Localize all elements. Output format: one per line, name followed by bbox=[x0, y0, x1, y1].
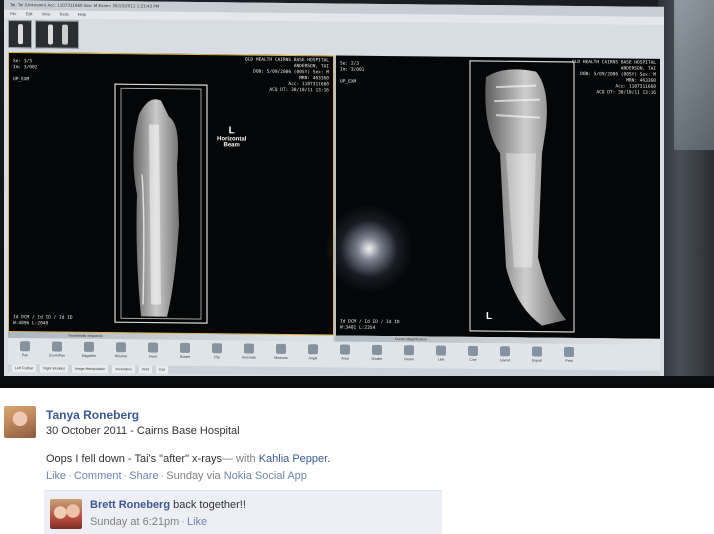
like-link[interactable]: Like bbox=[46, 470, 66, 482]
facebook-post: Tanya Roneberg 30 October 2011 - Cairns … bbox=[0, 388, 714, 534]
tool-export[interactable]: Export bbox=[526, 343, 548, 363]
tool-zoom[interactable]: Zoom/Pan bbox=[46, 338, 68, 358]
share-link[interactable]: Share bbox=[129, 470, 158, 482]
post-text: Oops I fell down - Tai's "after" x-rays—… bbox=[46, 453, 330, 465]
rotate-icon bbox=[180, 342, 190, 353]
xray-pane-left[interactable]: Se: 3/3 Im: 3/002 UP_EXM QLD HEALTH CAIR… bbox=[8, 52, 334, 336]
tool-flip[interactable]: Flip bbox=[206, 340, 228, 359]
cine-icon bbox=[468, 345, 478, 356]
series-thumbnail[interactable] bbox=[8, 20, 32, 49]
comment-like-link[interactable]: Like bbox=[187, 516, 207, 528]
status-tab[interactable]: Print bbox=[139, 365, 153, 374]
tool-annotate[interactable]: Annotate bbox=[238, 340, 260, 360]
tool-area[interactable]: Area bbox=[334, 341, 356, 361]
comment-text: back together!! bbox=[173, 499, 246, 511]
xray-pane-right[interactable]: Se: 2/3 Im: 3/001 UP_EXM QLD HEALTH CAIR… bbox=[336, 55, 660, 339]
xray-image-ap bbox=[469, 60, 575, 333]
xray-photo: Tai, Tai (Unknown) Acc: 1107311660 Sex: … bbox=[0, 0, 714, 388]
post-message: Oops I fell down - Tai's "after" x-rays bbox=[46, 453, 222, 465]
menu-edit[interactable]: Edit bbox=[26, 11, 33, 16]
tool-print[interactable]: Print bbox=[558, 344, 580, 363]
window-level-info: Id DCM / Id ID / Id ID W:4096 L:2048 bbox=[13, 315, 73, 327]
comment-meta: Sunday at 6:21pm · Like bbox=[90, 516, 208, 528]
tool-window[interactable]: Window bbox=[110, 339, 132, 358]
menu-file[interactable]: File bbox=[10, 11, 16, 16]
monitor-bezel-bottom bbox=[0, 376, 714, 388]
link-icon bbox=[436, 345, 446, 356]
layout-icon bbox=[500, 346, 510, 357]
window-level-icon bbox=[116, 342, 126, 353]
pan-icon bbox=[20, 341, 30, 352]
annotate-icon bbox=[244, 343, 254, 354]
menu-help[interactable]: Help bbox=[78, 12, 86, 17]
ruler-icon bbox=[276, 343, 286, 354]
posted-via: Sunday via bbox=[166, 470, 221, 482]
xray-image-lateral bbox=[114, 83, 208, 324]
tool-magnifier[interactable]: Magnifier bbox=[78, 339, 100, 358]
tool-pan[interactable]: Pan bbox=[14, 338, 36, 357]
tool-measure[interactable]: Measure bbox=[270, 341, 292, 360]
print-icon bbox=[564, 346, 574, 357]
flip-icon bbox=[212, 343, 222, 354]
status-tab[interactable]: Annotation bbox=[112, 365, 136, 374]
invert-icon bbox=[148, 342, 158, 353]
status-tab[interactable]: Image Manipulation bbox=[71, 364, 109, 374]
post-text-suffix: . bbox=[327, 453, 331, 465]
post-author[interactable]: Tanya Roneberg bbox=[46, 408, 139, 422]
image-viewer: Se: 3/3 Im: 3/002 UP_EXM QLD HEALTH CAIR… bbox=[8, 52, 660, 339]
tagged-friend-link[interactable]: Kahlia Pepper bbox=[259, 453, 328, 465]
tool-reset[interactable]: Reset bbox=[398, 342, 420, 361]
avatar[interactable] bbox=[50, 499, 82, 529]
tool-angle[interactable]: Angle bbox=[302, 341, 324, 360]
comment-author[interactable]: Brett Roneberg bbox=[90, 499, 170, 511]
camera-flash-glare bbox=[324, 203, 414, 295]
window-level-info: Id DCM / Id ID / Id ID W:3401 L:2354 bbox=[340, 319, 400, 331]
comment-body: Brett Roneberg back together!! bbox=[90, 499, 246, 511]
comment-time[interactable]: Sunday at 6:21pm bbox=[90, 516, 179, 528]
post-date-location: 30 October 2011 - Cairns Base Hospital bbox=[46, 425, 240, 437]
area-icon bbox=[340, 344, 350, 355]
angle-icon bbox=[308, 344, 318, 355]
tool-shutter[interactable]: Shutter bbox=[366, 342, 388, 361]
magnifier-icon bbox=[84, 341, 94, 352]
reset-icon bbox=[404, 345, 414, 356]
shutter-icon bbox=[372, 344, 382, 355]
pacs-screen: Tai, Tai (Unknown) Acc: 1107311660 Sex: … bbox=[4, 0, 664, 385]
with-prefix: — with bbox=[222, 453, 256, 465]
menu-tools[interactable]: Tools bbox=[59, 12, 68, 17]
orientation-marker: L Horizontal Beam bbox=[217, 125, 247, 149]
tool-invert[interactable]: Invert bbox=[142, 339, 164, 359]
post-actions: Like · Comment · Share · Sunday via Nokia Soci… bbox=[46, 470, 307, 482]
series-thumbnails bbox=[8, 20, 79, 51]
status-tab[interactable]: Left Toolbar bbox=[12, 364, 37, 373]
app-link[interactable]: Nokia Social App bbox=[224, 470, 307, 482]
series-thumbnail[interactable] bbox=[35, 20, 79, 49]
comment-link[interactable]: Comment bbox=[74, 470, 122, 482]
status-tab[interactable]: Exit bbox=[156, 365, 169, 374]
status-tab[interactable]: Right Worklist bbox=[40, 364, 68, 373]
avatar[interactable] bbox=[4, 406, 36, 438]
monitor-bezel bbox=[658, 0, 714, 388]
comment: Brett Roneberg back together!! Sunday at… bbox=[44, 490, 442, 534]
orientation-marker: L bbox=[486, 311, 493, 323]
tool-link[interactable]: Link bbox=[430, 342, 452, 362]
menu-view[interactable]: View bbox=[42, 11, 51, 16]
tool-cine[interactable]: Cine bbox=[462, 343, 484, 362]
export-icon bbox=[532, 346, 542, 357]
tool-layout[interactable]: Layout bbox=[494, 343, 516, 362]
zoom-icon bbox=[52, 341, 62, 352]
tool-rotate[interactable]: Rotate bbox=[174, 340, 196, 359]
